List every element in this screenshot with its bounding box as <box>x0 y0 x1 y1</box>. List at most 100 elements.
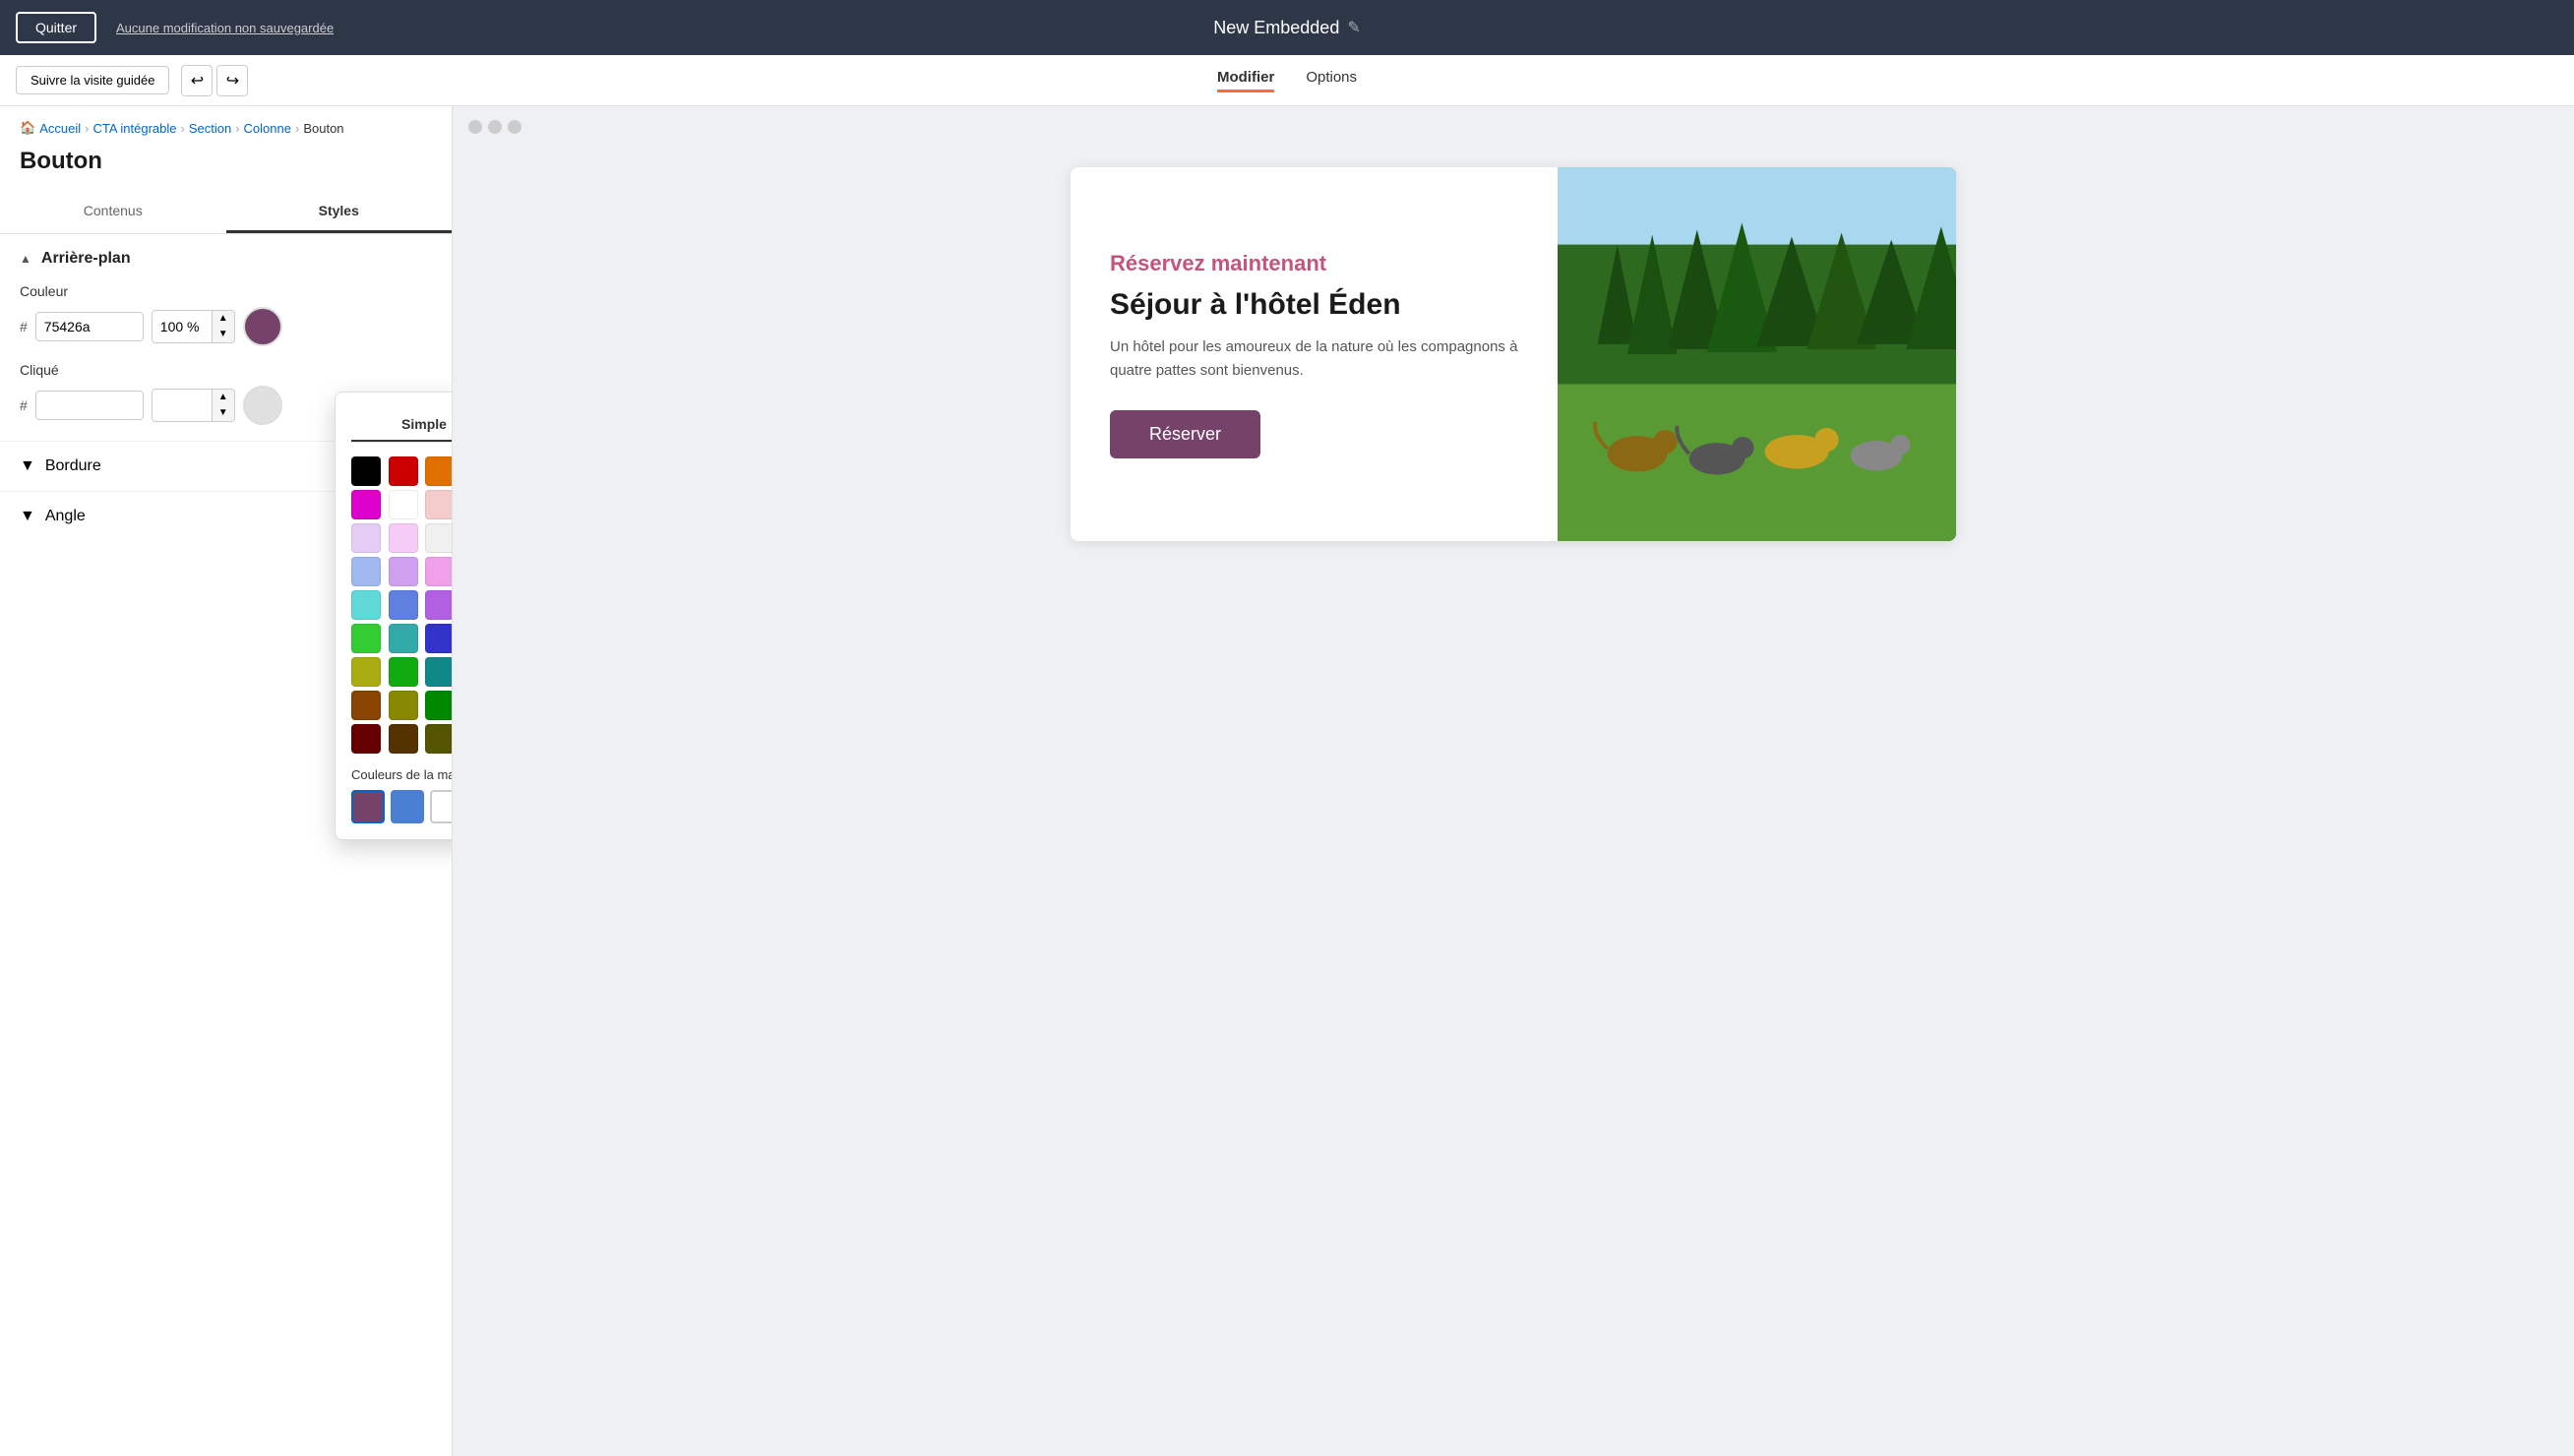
clique-opacity-stepper: ▲ ▼ <box>212 390 234 421</box>
color-cell[interactable] <box>425 590 453 620</box>
preview-image <box>1558 167 1956 541</box>
breadcrumb-icon: 🏠 <box>20 120 35 136</box>
brand-color-swatch-1[interactable] <box>391 790 424 823</box>
preview-reserve-button[interactable]: Réserver <box>1110 410 1260 458</box>
color-cell[interactable] <box>389 724 418 754</box>
dot-3 <box>508 120 521 134</box>
color-cell[interactable] <box>425 523 453 553</box>
clique-hex-input[interactable] <box>35 391 144 420</box>
undo-button[interactable]: ↩ <box>181 65 213 96</box>
dot-2 <box>488 120 502 134</box>
breadcrumb-item-bouton: Bouton <box>303 121 343 136</box>
tab-modifier[interactable]: Modifier <box>1217 69 1274 92</box>
opacity-down-button[interactable]: ▼ <box>213 327 234 342</box>
breadcrumb-sep-1: › <box>85 121 89 136</box>
color-cell[interactable] <box>351 691 381 720</box>
color-cell[interactable] <box>351 456 381 486</box>
panel-title: Bouton <box>0 144 452 191</box>
brand-color-swatch-0[interactable] <box>351 790 385 823</box>
brand-colors-row <box>351 790 453 823</box>
bordure-section-title: Bordure <box>45 457 101 475</box>
color-cell[interactable] <box>425 657 453 687</box>
color-grid <box>351 456 453 754</box>
color-cell[interactable] <box>389 657 418 687</box>
brand-colors-section: Couleurs de la marque Modifier <box>351 767 453 823</box>
forest-svg <box>1558 167 1956 541</box>
color-cell[interactable] <box>389 523 418 553</box>
color-cell[interactable] <box>425 456 453 486</box>
page-title: New Embedded <box>1213 18 1339 38</box>
color-field-label: Couleur <box>20 283 432 299</box>
edit-icon[interactable]: ✎ <box>1347 18 1360 37</box>
color-cell[interactable] <box>351 624 381 653</box>
opacity-stepper: ▲ ▼ <box>212 311 234 342</box>
hash-symbol: # <box>20 319 28 334</box>
background-section-header[interactable]: ▲ Arrière-plan <box>0 234 452 283</box>
preview-text-side: Réservez maintenant Séjour à l'hôtel Éde… <box>1071 167 1558 541</box>
brand-colors-header: Couleurs de la marque Modifier <box>351 767 453 782</box>
tab-styles[interactable]: Styles <box>226 191 453 233</box>
color-cell[interactable] <box>351 523 381 553</box>
breadcrumb-item-accueil[interactable]: Accueil <box>39 121 81 136</box>
quit-button[interactable]: Quitter <box>16 12 96 43</box>
angle-section-title: Angle <box>45 508 86 525</box>
popup-tab-simple[interactable]: Simple <box>351 408 453 442</box>
color-cell[interactable] <box>351 557 381 586</box>
brand-color-swatch-2[interactable] <box>430 790 453 823</box>
clique-opacity-wrap: ▲ ▼ <box>152 389 235 422</box>
dot-1 <box>468 120 482 134</box>
breadcrumb: 🏠 Accueil › CTA intégrable › Section › C… <box>0 106 452 144</box>
color-cell[interactable] <box>425 691 453 720</box>
color-cell[interactable] <box>425 624 453 653</box>
color-cell[interactable] <box>389 490 418 519</box>
tour-button[interactable]: Suivre la visite guidée <box>16 66 169 94</box>
unsaved-message[interactable]: Aucune modification non sauvegardée <box>116 21 334 35</box>
color-cell[interactable] <box>389 624 418 653</box>
color-cell[interactable] <box>389 456 418 486</box>
breadcrumb-sep-4: › <box>295 121 299 136</box>
clique-field-label: Cliqué <box>20 362 432 378</box>
background-color-section: Couleur # ▲ ▼ <box>0 283 452 362</box>
content-style-tabs: Contenus Styles <box>0 191 452 234</box>
modifier-options-tabs: Modifier Options <box>1217 69 1357 92</box>
brand-colors-label: Couleurs de la marque <box>351 767 453 782</box>
color-cell[interactable] <box>425 724 453 754</box>
color-cell[interactable] <box>351 724 381 754</box>
color-cell[interactable] <box>351 657 381 687</box>
tab-contenus[interactable]: Contenus <box>0 191 226 233</box>
clique-opacity-down-button[interactable]: ▼ <box>213 405 234 421</box>
preview-title: Séjour à l'hôtel Éden <box>1110 288 1518 322</box>
color-cell[interactable] <box>389 691 418 720</box>
clique-color-swatch[interactable] <box>243 386 282 425</box>
background-section-title: Arrière-plan <box>41 250 131 268</box>
clique-hash-symbol: # <box>20 397 28 413</box>
color-cell[interactable] <box>425 557 453 586</box>
clique-opacity-input[interactable] <box>153 392 212 419</box>
color-picker-popup: Simple Avancé Couleurs de la marque Modi… <box>335 392 453 840</box>
color-cell[interactable] <box>389 590 418 620</box>
right-panel: Réservez maintenant Séjour à l'hôtel Éde… <box>453 106 2574 1456</box>
color-cell[interactable] <box>351 590 381 620</box>
opacity-input[interactable] <box>153 313 212 340</box>
breadcrumb-item-colonne[interactable]: Colonne <box>244 121 291 136</box>
color-cell[interactable] <box>425 490 453 519</box>
preview-image-side <box>1558 167 1956 541</box>
color-cell[interactable] <box>351 490 381 519</box>
popup-tabs: Simple Avancé <box>351 408 453 443</box>
page-title-center: New Embedded ✎ <box>1213 18 1360 38</box>
color-hex-input[interactable] <box>35 312 144 341</box>
breadcrumb-sep-3: › <box>235 121 239 136</box>
clique-opacity-up-button[interactable]: ▲ <box>213 390 234 405</box>
opacity-up-button[interactable]: ▲ <box>213 311 234 327</box>
background-color-swatch[interactable] <box>243 307 282 346</box>
color-cell[interactable] <box>389 557 418 586</box>
tab-options[interactable]: Options <box>1306 69 1357 92</box>
breadcrumb-item-cta[interactable]: CTA intégrable <box>92 121 176 136</box>
preview-description: Un hôtel pour les amoureux de la nature … <box>1110 335 1518 383</box>
undo-redo-group: ↩ ↪ <box>181 65 248 96</box>
preview-card: Réservez maintenant Séjour à l'hôtel Éde… <box>1071 167 1956 541</box>
second-nav: Suivre la visite guidée ↩ ↪ Modifier Opt… <box>0 55 2574 106</box>
breadcrumb-item-section[interactable]: Section <box>189 121 231 136</box>
redo-button[interactable]: ↪ <box>216 65 248 96</box>
preview-subtitle: Réservez maintenant <box>1110 251 1518 276</box>
